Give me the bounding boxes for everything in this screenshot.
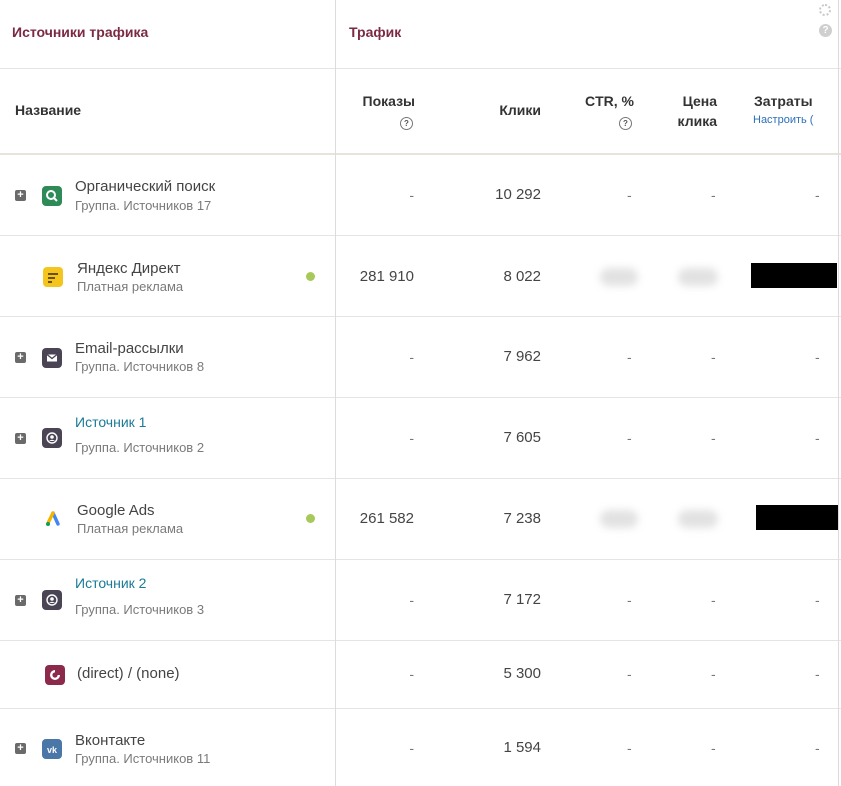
traffic-group-title: Трафик [349, 24, 402, 40]
clicks-value: 8 022 [503, 268, 541, 285]
column-group-header: Источники трафика Трафик ? [0, 0, 841, 69]
ctr-help-icon[interactable]: ? [619, 117, 632, 130]
clicks-value: 10 292 [495, 186, 541, 203]
cpc-value: - [711, 349, 716, 365]
cost-value: - [815, 349, 820, 365]
clicks-value: 7 172 [503, 591, 541, 608]
clicks-value: 7 962 [503, 348, 541, 365]
impressions-value: 281 910 [359, 268, 414, 285]
search-icon [42, 186, 62, 206]
cost-value: - [815, 592, 820, 608]
column-header-row: Название Показы ? Клики CTR, % ? Цена кл… [0, 69, 841, 155]
clicks-value: 5 300 [503, 665, 541, 682]
source-name[interactable]: Органический поиск [75, 178, 215, 195]
direct-icon [45, 665, 65, 685]
column-cpc-line2[interactable]: клика [660, 113, 717, 129]
impressions-value: - [409, 666, 414, 682]
source-name[interactable]: (direct) / (none) [77, 665, 180, 682]
configure-cost-link[interactable]: Настроить ( [753, 114, 813, 126]
clicks-value: 1 594 [503, 739, 541, 756]
impressions-value: - [409, 430, 414, 446]
table-row[interactable]: + Органический поиск Группа. Источников … [0, 155, 841, 236]
gear-icon[interactable] [819, 4, 831, 16]
table-row[interactable]: + vk Вконтакте Группа. Источников 11 - 1… [0, 709, 841, 786]
table-row[interactable]: Яндекс Директ Платная реклама 281 910 8 … [0, 236, 841, 317]
expand-icon[interactable]: + [15, 743, 26, 754]
cpc-blurred [678, 510, 718, 528]
impressions-value: - [409, 349, 414, 365]
ctr-value: - [627, 349, 632, 365]
table-row[interactable]: (direct) / (none) - 5 300 - - - [0, 641, 841, 709]
source-subtitle: Платная реклама [77, 521, 184, 536]
cost-redacted [751, 263, 837, 288]
status-dot [306, 272, 315, 281]
traffic-sources-group-title: Источники трафика [12, 24, 149, 40]
google-ads-icon [43, 509, 63, 529]
column-ctr[interactable]: CTR, % [560, 93, 634, 109]
ctr-blurred [600, 510, 638, 528]
expand-icon[interactable]: + [15, 433, 26, 444]
column-divider [335, 0, 336, 786]
user-icon [42, 428, 62, 448]
table-row[interactable]: + Источник 1 Группа. Источников 2 - 7 60… [0, 398, 841, 479]
impressions-help-icon[interactable]: ? [400, 117, 413, 130]
expand-icon[interactable]: + [15, 595, 26, 606]
cpc-blurred [678, 268, 718, 286]
ctr-value: - [627, 187, 632, 203]
ctr-value: - [627, 666, 632, 682]
mail-icon [42, 348, 62, 368]
vk-icon: vk [42, 739, 62, 759]
cpc-value: - [711, 740, 716, 756]
cpc-value: - [711, 430, 716, 446]
cost-value: - [815, 187, 820, 203]
impressions-value: - [409, 187, 414, 203]
ctr-value: - [627, 430, 632, 446]
status-dot [306, 514, 315, 523]
yandex-direct-icon [43, 267, 63, 287]
impressions-value: - [409, 592, 414, 608]
source-subtitle: Платная реклама [77, 279, 184, 294]
column-name[interactable]: Название [15, 102, 81, 118]
impressions-value: - [409, 740, 414, 756]
source-subtitle: Группа. Источников 2 [75, 440, 205, 455]
ctr-value: - [627, 592, 632, 608]
ctr-blurred [600, 268, 638, 286]
source-subtitle: Группа. Источников 3 [75, 602, 205, 617]
source-name[interactable]: Вконтакте [75, 732, 145, 749]
source-subtitle: Группа. Источников 11 [75, 751, 211, 766]
column-clicks[interactable]: Клики [470, 102, 541, 118]
source-name-link[interactable]: Источник 2 [75, 575, 146, 591]
column-cpc-line1[interactable]: Цена [660, 93, 717, 109]
impressions-value: 261 582 [359, 510, 414, 527]
cpc-value: - [711, 187, 716, 203]
svg-text:vk: vk [47, 745, 58, 755]
user-icon [42, 590, 62, 610]
source-name[interactable]: Google Ads [77, 502, 155, 519]
cpc-value: - [711, 592, 716, 608]
cost-value: - [815, 430, 820, 446]
table-row[interactable]: + Email-рассылки Группа. Источников 8 - … [0, 317, 841, 398]
cpc-value: - [711, 666, 716, 682]
column-cost[interactable]: Затраты [754, 93, 813, 109]
cost-value: - [815, 666, 820, 682]
source-name-link[interactable]: Источник 1 [75, 414, 146, 430]
clicks-value: 7 238 [503, 510, 541, 527]
source-subtitle: Группа. Источников 8 [75, 359, 205, 374]
source-subtitle: Группа. Источников 17 [75, 198, 212, 213]
clicks-value: 7 605 [503, 429, 541, 446]
ctr-value: - [627, 740, 632, 756]
table-row[interactable]: Google Ads Платная реклама 261 582 7 238 [0, 479, 841, 560]
expand-icon[interactable]: + [15, 190, 26, 201]
cost-value: - [815, 740, 820, 756]
source-name[interactable]: Яндекс Директ [77, 260, 180, 277]
column-impressions[interactable]: Показы [345, 93, 416, 109]
right-border [838, 0, 839, 786]
source-name[interactable]: Email-рассылки [75, 340, 184, 357]
table-row[interactable]: + Источник 2 Группа. Источников 3 - 7 17… [0, 560, 841, 641]
help-icon[interactable]: ? [819, 24, 832, 37]
cost-redacted [756, 505, 839, 530]
expand-icon[interactable]: + [15, 352, 26, 363]
